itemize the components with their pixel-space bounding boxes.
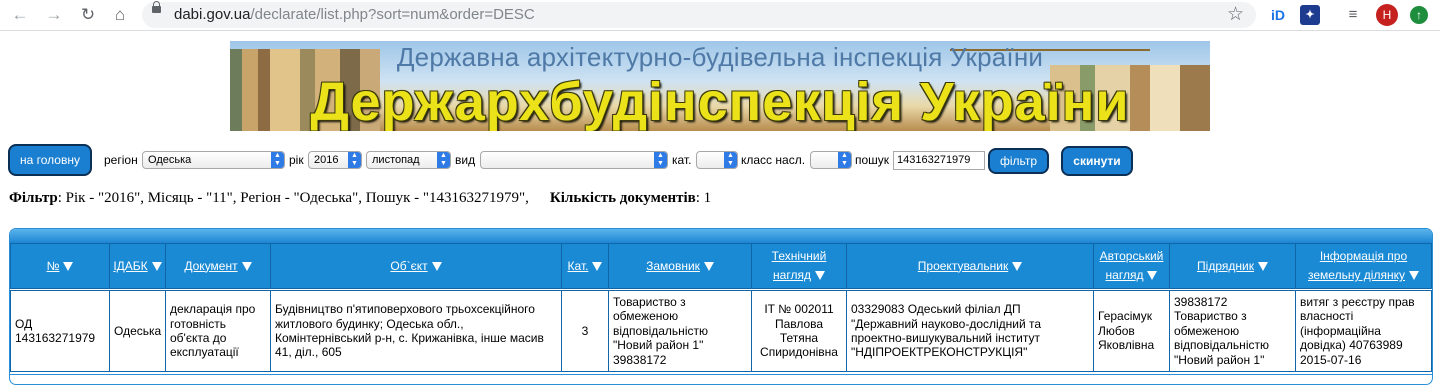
dropdown-arrow-icon: ▲ ▼ [724,152,737,168]
month-select[interactable]: листопад ▲ ▼ [366,151,451,169]
class-select[interactable]: ▲ ▼ [810,151,852,169]
col-header-author-supervision[interactable]: Авторський нагляд [1093,243,1170,289]
dropdown-arrow-icon: ▲ ▼ [654,152,667,168]
home-icon[interactable]: ⌂ [110,5,130,25]
table-cell-number: ОД 143163271979 [10,290,110,372]
sort-arrow-icon [1408,271,1419,281]
home-button[interactable]: на головну [8,144,92,176]
sort-arrow-icon [592,261,603,271]
reading-list-icon[interactable]: ≡ [1343,5,1363,25]
col-header-contractor[interactable]: Підрядник [1169,243,1296,289]
col-header-number[interactable]: № [10,243,110,289]
sort-arrow-icon [703,261,714,271]
filter-summary: Фільтр: Рік - "2016", Місяць - "11", Рег… [9,190,711,207]
update-icon[interactable]: ↑ [1410,6,1428,24]
url-text[interactable]: dabi.gov.ua/declarate/list.php?sort=num&… [174,6,535,23]
sort-arrow-icon [814,271,825,281]
lock-icon [152,1,161,13]
table-cell-document: декларація про готовність об'єкта до екс… [165,290,271,372]
dropdown-arrow-icon: ▲ ▼ [437,152,450,168]
document-count-label: Кількість документів [549,190,696,206]
sort-arrow-icon [1147,271,1158,281]
table-cell-tech-supervision: ІТ № 002011 Павлова Тетяна Спиридонівна [751,290,847,372]
table-cell-contractor: 39838172 Товариство з обмеженою відповід… [1169,290,1296,372]
table-cell-designer: 03329083 Одеський філіал ДП "Державний н… [846,290,1094,372]
dropdown-arrow-icon: ▲ ▼ [838,152,851,168]
reload-icon[interactable]: ↻ [78,5,98,25]
sort-arrow-icon [151,261,162,271]
declarations-table: № ІДАБК Документ Об`єкт Кат. Замовник Те… [9,228,1433,385]
col-header-tech-supervision[interactable]: Технічний нагляд [751,243,847,289]
region-select[interactable]: Одеська ▲ ▼ [142,151,285,169]
table-cell-author-supervision: Герасімук Любов Яковлівна [1093,290,1170,372]
site-banner: Державна архітектурно-будівельна інспекц… [230,41,1210,131]
col-header-customer[interactable]: Замовник [608,243,752,289]
bookmark-star-icon[interactable]: ☆ [1227,3,1244,26]
table-cell-customer: Товариство з обмеженою відповідальністю … [608,290,752,372]
document-count-value: : 1 [695,190,712,206]
banner-title: Держархбудінспекція України [310,72,1130,131]
table-footer-bar [10,374,1432,381]
col-header-land-info[interactable]: Інформація про земельну ділянку [1295,243,1432,289]
sort-arrow-icon [1012,261,1023,271]
sort-arrow-icon [63,261,74,271]
col-header-idabk[interactable]: ІДАБК [109,243,166,289]
table-cell-category: 3 [561,290,609,372]
search-input[interactable]: 143163271979 [893,151,985,170]
filter-button[interactable]: фільтр [988,148,1049,174]
class-label: класс насл. [741,153,806,167]
extension-icon[interactable]: ✦ [1300,5,1320,25]
col-header-document[interactable]: Документ [165,243,271,289]
year-label: рік [289,153,304,167]
banner-subtitle: Державна архітектурно-будівельна інспекц… [396,42,1044,72]
col-header-object[interactable]: Об`єкт [270,243,562,289]
back-icon[interactable]: ← [10,5,30,25]
filter-summary-label: Фільтр [9,190,58,206]
category-label: кат. [672,153,692,167]
type-label: вид [455,153,476,167]
sort-arrow-icon [241,261,252,271]
table-cell-idabk: Одеська [109,290,166,372]
region-label: регіон [104,153,138,167]
type-select[interactable]: ▲ ▼ [480,151,668,169]
browser-toolbar: ← → ↻ ⌂ dabi.gov.ua/declarate/list.php?s… [0,0,1440,31]
profile-avatar[interactable]: H [1376,4,1398,26]
category-select[interactable]: ▲ ▼ [696,151,738,169]
table-top-bar [10,229,1432,243]
table-cell-land-info: витяг з реєстру прав власності (інформац… [1295,290,1432,372]
dropdown-arrow-icon: ▲ ▼ [348,152,361,168]
col-header-category[interactable]: Кат. [561,243,609,289]
dropdown-arrow-icon: ▲ ▼ [271,152,284,168]
year-select[interactable]: 2016 ▲ ▼ [308,151,362,169]
sort-arrow-icon [431,261,442,271]
table-cell-object: Будівництво п'ятиповерхового трьохсекцій… [270,290,562,372]
sort-arrow-icon [1257,261,1268,271]
filter-summary-text: : Рік - "2016", Місяць - "11", Регіон - … [57,190,529,206]
search-label: пошук [855,153,890,167]
col-header-designer[interactable]: Проектувальник [846,243,1094,289]
id-extension-icon[interactable]: iD [1268,5,1288,25]
forward-icon[interactable]: → [44,5,64,25]
reset-button[interactable]: скинути [1061,146,1133,176]
